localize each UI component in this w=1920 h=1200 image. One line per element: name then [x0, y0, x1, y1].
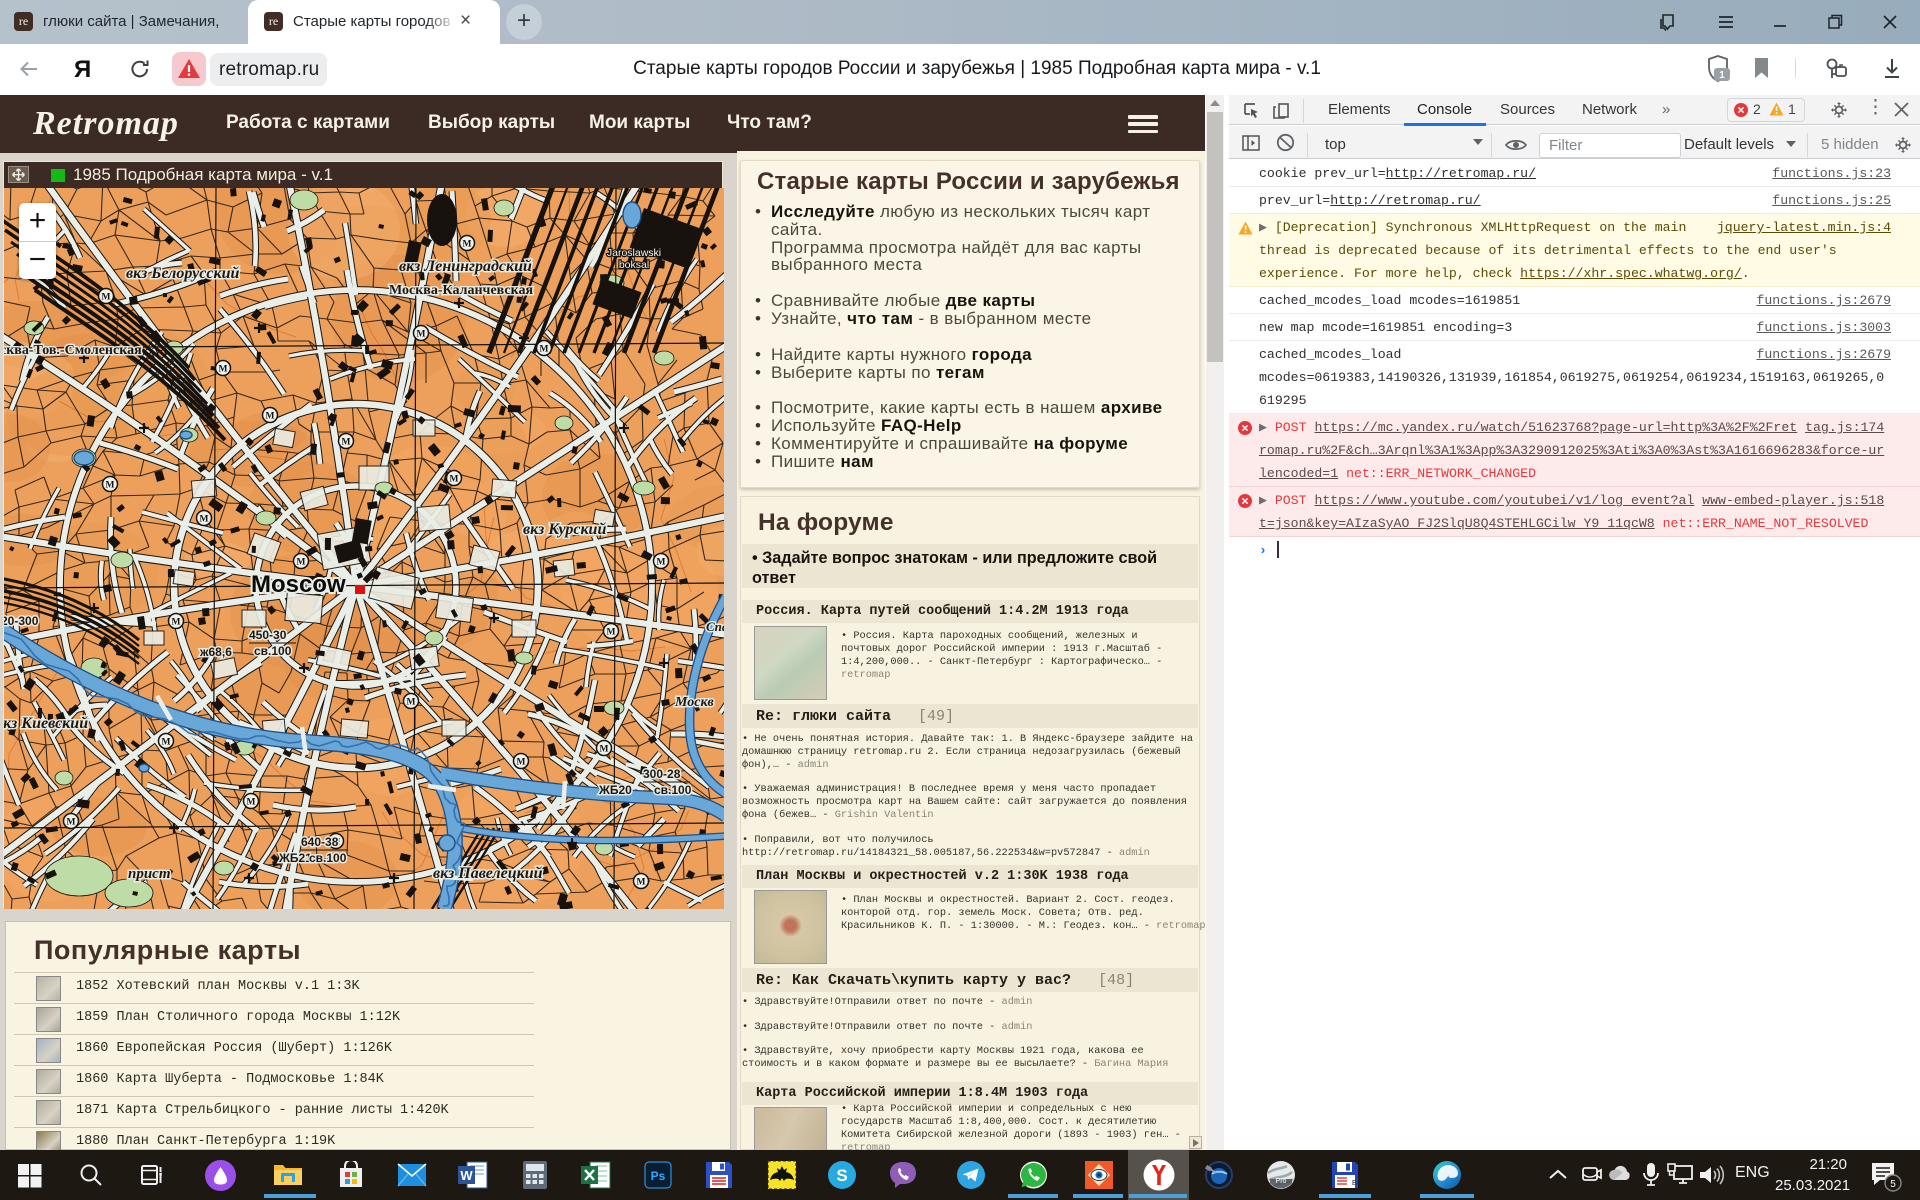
svg-text:ЖБ20: ЖБ20 [598, 783, 632, 797]
svg-text:M: M [517, 758, 526, 768]
svg-text:вкз Белорусский: вкз Белорусский [126, 265, 239, 282]
svg-text:св.100: св.100 [654, 783, 692, 797]
svg-text:M: M [67, 818, 76, 828]
svg-text:M: M [172, 618, 181, 628]
svg-text:M: M [540, 345, 549, 355]
svg-text:M: M [102, 293, 111, 303]
svg-text:осква-Тов.-Смоленская: осква-Тов.-Смоленская [4, 343, 142, 358]
svg-text:300-28: 300-28 [643, 767, 681, 781]
svg-text:M: M [407, 698, 416, 708]
svg-text:M: M [342, 438, 351, 448]
svg-text:450-30: 450-30 [249, 628, 287, 642]
svg-text:M: M [162, 738, 171, 748]
svg-text:вкз Курский: вкз Курский [523, 521, 606, 538]
svg-text:св.100: св.100 [254, 644, 292, 658]
svg-text:boksal: boksal [619, 259, 649, 271]
svg-text:вкз Павелецкий: вкз Павелецкий [433, 865, 543, 882]
svg-text:M: M [297, 558, 306, 568]
svg-text:M: M [450, 475, 459, 485]
svg-text:M: M [106, 481, 115, 491]
svg-text:640-38: 640-38 [301, 835, 339, 849]
svg-text:M: M [657, 558, 666, 568]
svg-text:прист: прист [128, 866, 171, 882]
svg-text:M: M [247, 798, 256, 808]
svg-text:M: M [200, 515, 209, 525]
svg-text:св.100: св.100 [309, 851, 347, 865]
svg-text:S: S [836, 1166, 847, 1185]
svg-text:Pro: Pro [1276, 1178, 1287, 1185]
svg-text:вкз Ленинградский: вкз Ленинградский [399, 258, 532, 275]
svg-text:Москва-Каланчевская: Москва-Каланчевская [389, 283, 533, 298]
svg-text:Jaroslawski: Jaroslawski [607, 247, 661, 259]
svg-text:M: M [219, 365, 228, 375]
svg-text:вкз Киевский: вкз Киевский [4, 715, 88, 732]
svg-text:ж68,6: ж68,6 [199, 645, 232, 659]
svg-text:Спа: Спа [706, 619, 724, 634]
svg-text:W: W [460, 1168, 473, 1183]
svg-text:M: M [417, 330, 426, 340]
svg-text:5: 5 [1890, 1179, 1896, 1190]
svg-text:M: M [600, 745, 609, 755]
svg-text:Ps: Ps [651, 1169, 666, 1183]
svg-text:M: M [463, 240, 472, 250]
svg-text:Москв: Москв [674, 695, 715, 710]
svg-text:20-300: 20-300 [4, 614, 39, 628]
svg-text:M: M [637, 878, 646, 888]
svg-text:M: M [266, 412, 275, 422]
svg-text:1: 1 [1719, 70, 1725, 81]
svg-text:Moscow: Moscow [251, 571, 346, 598]
svg-text:M: M [607, 628, 616, 638]
svg-text:Е4: Е4 [1352, 1180, 1359, 1187]
svg-text:ЖБ21: ЖБ21 [278, 851, 312, 865]
